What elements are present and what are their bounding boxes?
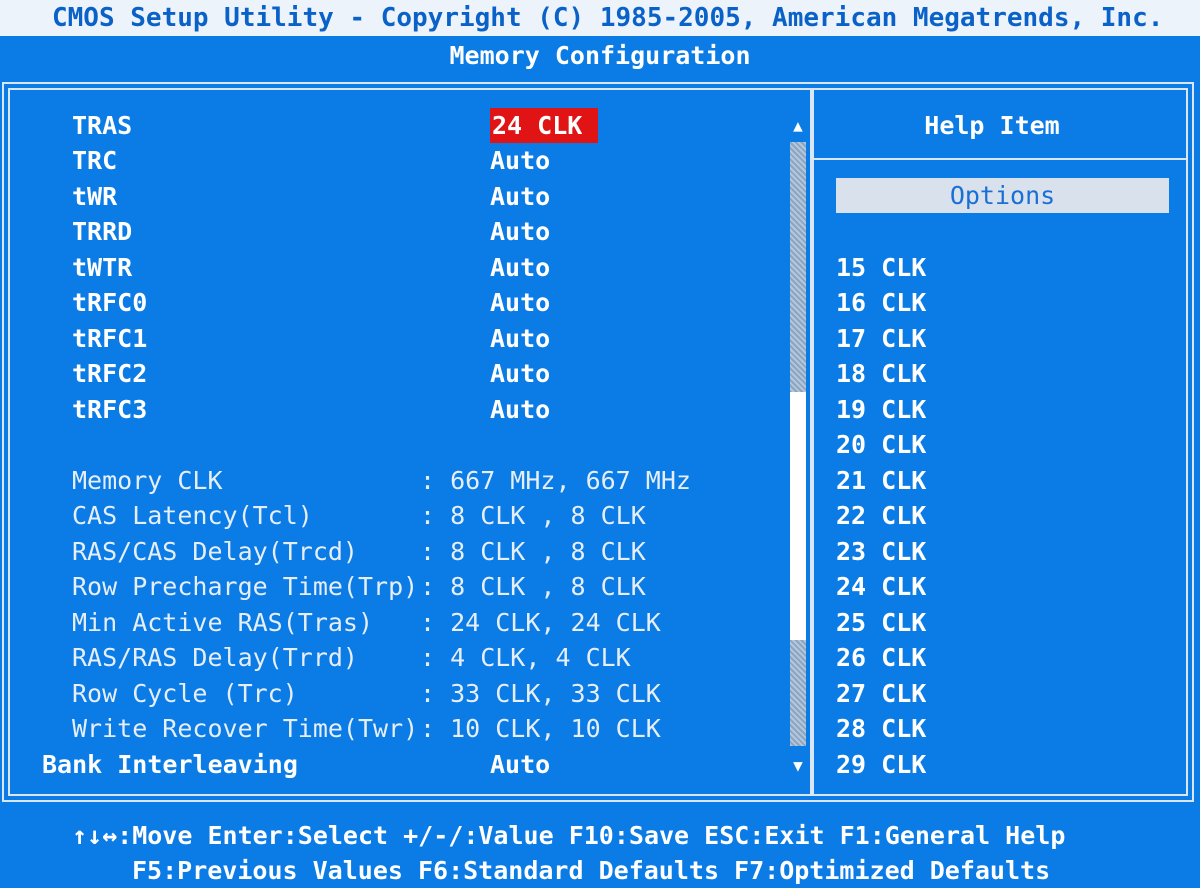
scroll-up-icon[interactable]: ▲ [788, 116, 808, 136]
option-item: 26 CLK [836, 643, 927, 672]
setting-label-trfc3[interactable]: tRFC3 [72, 392, 147, 427]
key-legend-line-1: ↑↓↔:Move Enter:Select +/-/:Value F10:Sav… [72, 821, 1066, 850]
setting-label-trc[interactable]: TRC [72, 143, 117, 178]
setting-value-trfc1[interactable]: Auto [490, 321, 550, 356]
option-item: 21 CLK [836, 466, 927, 495]
info-value: : 8 CLK , 8 CLK [420, 537, 646, 566]
option-item: 15 CLK [836, 253, 927, 282]
info-label: Memory CLK [72, 466, 223, 495]
app-title: CMOS Setup Utility - Copyright (C) 1985-… [52, 3, 1164, 33]
info-label: RAS/CAS Delay(Trcd) [72, 537, 358, 566]
setting-label-bank-interleaving[interactable]: Bank Interleaving [42, 747, 298, 782]
key-legend-line-2: F5:Previous Values F6:Standard Defaults … [132, 856, 1051, 885]
info-value: : 8 CLK , 8 CLK [420, 501, 646, 530]
option-item: 18 CLK [836, 359, 927, 388]
info-value: : 24 CLK, 24 CLK [420, 608, 661, 637]
info-label: Write Recover Time(Twr) [72, 714, 419, 743]
info-value: : 667 MHz, 667 MHz [420, 466, 691, 495]
info-label: Min Active RAS(Tras) [72, 608, 374, 637]
option-item: 28 CLK [836, 714, 927, 743]
scrollbar-thumb[interactable] [790, 392, 806, 640]
help-panel-title: Help Item [924, 111, 1060, 140]
option-item: 17 CLK [836, 324, 927, 353]
option-item: 23 CLK [836, 537, 927, 566]
info-value: : 4 CLK, 4 CLK [420, 643, 631, 672]
setting-value-trrd[interactable]: Auto [490, 214, 550, 249]
page-title: Memory Configuration [449, 41, 751, 70]
panel-divider [810, 88, 814, 796]
setting-label-twr[interactable]: tWR [72, 179, 117, 214]
option-item: 22 CLK [836, 501, 927, 530]
help-divider [814, 158, 1188, 160]
setting-label-twtr[interactable]: tWTR [72, 250, 132, 285]
scroll-down-icon[interactable]: ▼ [788, 756, 808, 776]
setting-value-bank-interleaving[interactable]: Auto [490, 747, 550, 782]
setting-value-trc[interactable]: Auto [490, 143, 550, 178]
option-item: 24 CLK [836, 572, 927, 601]
setting-value-twr[interactable]: Auto [490, 179, 550, 214]
info-label: CAS Latency(Tcl) [72, 501, 313, 530]
setting-value-trfc2[interactable]: Auto [490, 356, 550, 391]
setting-label-trfc0[interactable]: tRFC0 [72, 285, 147, 320]
info-label: Row Cycle (Trc) [72, 679, 298, 708]
setting-label-trfc2[interactable]: tRFC2 [72, 356, 147, 391]
setting-value-twtr[interactable]: Auto [490, 250, 550, 285]
title-bar: CMOS Setup Utility - Copyright (C) 1985-… [0, 0, 1200, 36]
option-item: 25 CLK [836, 608, 927, 637]
info-label: RAS/RAS Delay(Trrd) [72, 643, 358, 672]
options-header: Options [836, 178, 1169, 213]
setting-label-tras[interactable]: TRAS [72, 108, 132, 143]
option-item: 19 CLK [836, 395, 927, 424]
setting-value-trfc0[interactable]: Auto [490, 285, 550, 320]
info-value: : 10 CLK, 10 CLK [420, 714, 661, 743]
info-label: Row Precharge Time(Trp) [72, 572, 419, 601]
setting-label-trfc1[interactable]: tRFC1 [72, 321, 147, 356]
info-value: : 8 CLK , 8 CLK [420, 572, 646, 601]
option-item: 27 CLK [836, 679, 927, 708]
setting-label-trrd[interactable]: TRRD [72, 214, 132, 249]
setting-value-trfc3[interactable]: Auto [490, 392, 550, 427]
option-item: 16 CLK [836, 288, 927, 317]
option-item: 20 CLK [836, 430, 927, 459]
info-value: : 33 CLK, 33 CLK [420, 679, 661, 708]
option-item: 29 CLK [836, 750, 927, 779]
setting-value-tras[interactable]: 24 CLK [490, 108, 599, 143]
